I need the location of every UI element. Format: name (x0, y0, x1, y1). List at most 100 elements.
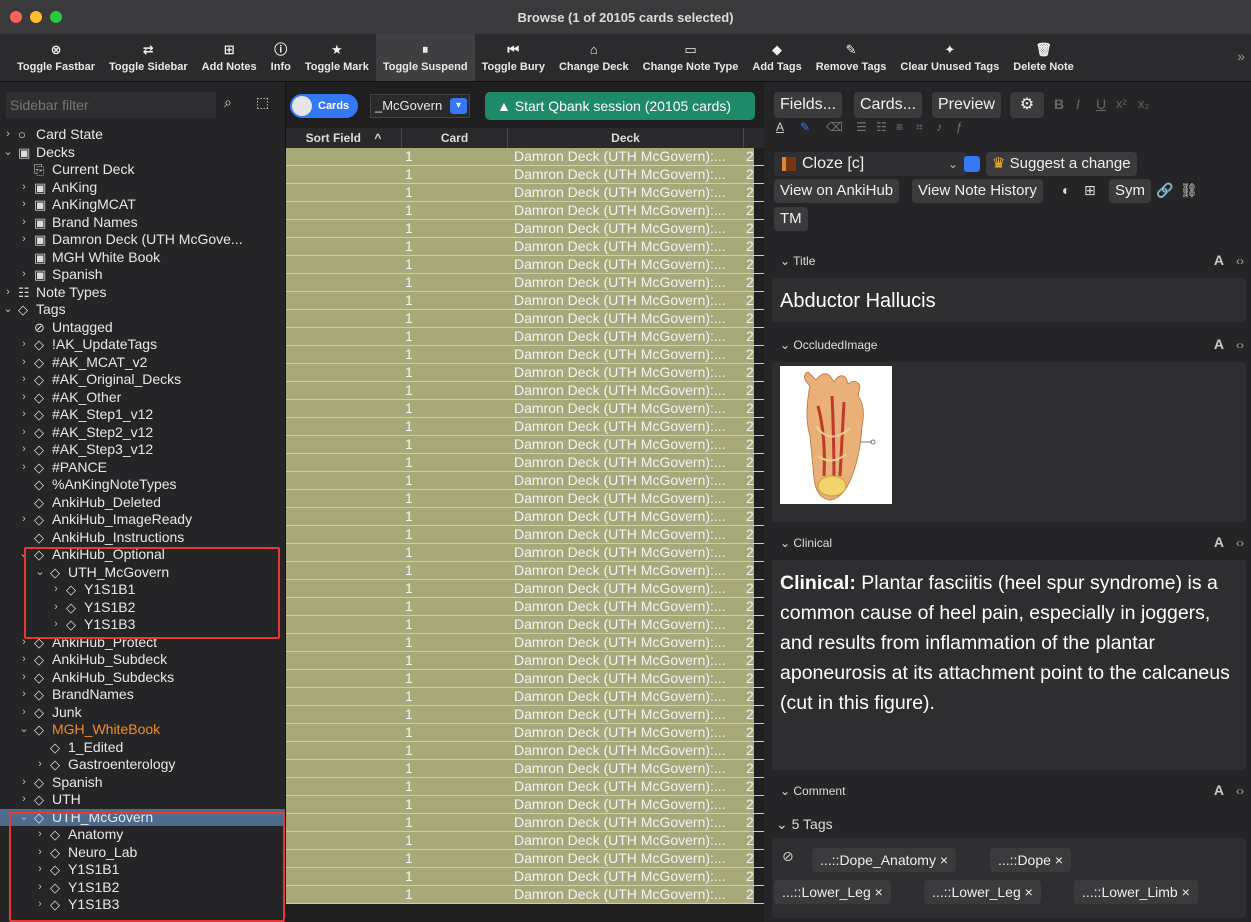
sidebar-filter-input[interactable] (6, 92, 216, 118)
sidebar-item[interactable]: › ◇ #AK_Original_Decks (0, 371, 285, 389)
sidebar-item[interactable]: › ◇ Junk (0, 704, 285, 722)
table-row[interactable]: 1 Damron Deck (UTH McGovern):... 2 (286, 310, 764, 328)
chevron-right-icon[interactable]: › (34, 756, 46, 774)
table-row[interactable]: 1 Damron Deck (UTH McGovern):... 2 (286, 472, 764, 490)
search-input[interactable]: _McGovern ▾ (370, 94, 470, 118)
attachment-icon[interactable]: ⌗ (916, 120, 923, 135)
sidebar-item[interactable]: › ◇ Y1S1B3 (0, 616, 285, 634)
sidebar-item[interactable]: › ◇ Neuro_Lab (0, 844, 285, 862)
table-row[interactable]: 1 Damron Deck (UTH McGovern):... 2 (286, 814, 764, 832)
sidebar-item[interactable]: ◇ 1_Edited (0, 739, 285, 757)
table-row[interactable]: 1 Damron Deck (UTH McGovern):... 2 (286, 850, 764, 868)
table-row[interactable]: 1 Damron Deck (UTH McGovern):... 2 (286, 742, 764, 760)
chevron-right-icon[interactable]: › (50, 599, 62, 617)
chevron-right-icon[interactable]: › (18, 389, 30, 407)
column-header-due[interactable] (744, 128, 764, 148)
sidebar-item[interactable]: › ◇ AnkiHub_Subdecks (0, 669, 285, 687)
chevron-down-icon[interactable]: ⌄ (18, 546, 30, 564)
chevron-right-icon[interactable]: › (18, 424, 30, 442)
table-row[interactable]: 1 Damron Deck (UTH McGovern):... 2 (286, 562, 764, 580)
font-size-icon[interactable]: A (1214, 252, 1224, 268)
table-row[interactable]: 1 Damron Deck (UTH McGovern):... 2 (286, 760, 764, 778)
cards-button[interactable]: Cards... (854, 92, 923, 118)
table-row[interactable]: 1 Damron Deck (UTH McGovern):... 2 (286, 328, 764, 346)
sidebar-item[interactable]: › ▣ AnKing (0, 179, 285, 197)
table-row[interactable]: 1 Damron Deck (UTH McGovern):... 2 (286, 634, 764, 652)
zoom-window-button[interactable] (50, 11, 62, 23)
font-size-icon[interactable]: A (1214, 336, 1224, 352)
toggle-bury-button[interactable]: ⏮ Toggle Bury (475, 34, 552, 81)
table-row[interactable]: 1 Damron Deck (UTH McGovern):... 2 (286, 148, 764, 166)
sidebar-item[interactable]: › ◇ #AK_Step2_v12 (0, 424, 285, 442)
chevron-right-icon[interactable]: › (34, 861, 46, 879)
chevron-right-icon[interactable]: › (18, 686, 30, 704)
chevron-right-icon[interactable]: › (34, 896, 46, 914)
sidebar-item[interactable]: › ○ Card State (0, 126, 285, 144)
table-row[interactable]: 1 Damron Deck (UTH McGovern):... 2 (286, 706, 764, 724)
chevron-right-icon[interactable]: › (18, 406, 30, 424)
chevron-right-icon[interactable]: › (18, 179, 30, 197)
text-color-icon[interactable]: A (776, 120, 784, 134)
chevron-right-icon[interactable]: › (34, 879, 46, 897)
chevron-down-icon[interactable]: ⌄ (18, 809, 30, 827)
sidebar-item[interactable]: › ◇ Gastroenterology (0, 756, 285, 774)
sidebar-item[interactable]: › ◇ AnkiHub_Protect (0, 634, 285, 652)
table-icon[interactable]: ⊞ (1084, 182, 1096, 199)
unlink-icon[interactable]: ⛓ (1180, 182, 1198, 199)
sidebar-item[interactable]: ⎘ Current Deck (0, 161, 285, 179)
align-icon[interactable]: ≡ (896, 120, 903, 134)
chevron-right-icon[interactable]: › (18, 371, 30, 389)
chevron-right-icon[interactable]: › (18, 651, 30, 669)
microphone-icon[interactable]: ♪ (936, 120, 942, 134)
info-button[interactable]: ⓘ Info (264, 34, 298, 81)
field-title-input[interactable]: Abductor Hallucis (772, 278, 1246, 322)
column-header-card[interactable]: Card (402, 128, 508, 148)
highlight-color-icon[interactable]: ✎ (800, 120, 810, 134)
sidebar-item[interactable]: › ◇ Spanish (0, 774, 285, 792)
table-row[interactable]: 1 Damron Deck (UTH McGovern):... 2 (286, 346, 764, 364)
chevron-right-icon[interactable]: › (18, 634, 30, 652)
toggle-mark-button[interactable]: ★ Toggle Mark (298, 34, 376, 81)
chevron-right-icon[interactable]: › (18, 669, 30, 687)
chevron-down-icon[interactable]: ▾ (450, 98, 467, 114)
chevron-right-icon[interactable]: › (18, 266, 30, 284)
ankihub-icon[interactable]: ◐ (1062, 182, 1070, 198)
sidebar-item[interactable]: ▣ MGH White Book (0, 249, 285, 267)
table-row[interactable]: 1 Damron Deck (UTH McGovern):... 2 (286, 778, 764, 796)
chevron-right-icon[interactable]: › (18, 354, 30, 372)
tag-editor[interactable]: ⊘ ...::Dope_Anatomy × ...::Dope × ...::L… (772, 838, 1246, 918)
chevron-right-icon[interactable]: › (18, 196, 30, 214)
sidebar-item[interactable]: › ▣ Spanish (0, 266, 285, 284)
chevron-right-icon[interactable]: › (2, 126, 14, 144)
sidebar-item[interactable]: › ◇ BrandNames (0, 686, 285, 704)
sidebar-item[interactable]: ⌄ ▣ Decks (0, 144, 285, 162)
sidebar-item[interactable]: › ◇ AnkiHub_ImageReady (0, 511, 285, 529)
bold-icon[interactable]: B (1054, 96, 1064, 112)
change-note-type-button[interactable]: ▭ Change Note Type (636, 34, 746, 81)
toggle-fastbar-button[interactable]: ⊗ Toggle Fastbar (10, 34, 102, 81)
chevron-right-icon[interactable]: › (18, 791, 30, 809)
tm-button[interactable]: TM (774, 207, 808, 231)
table-row[interactable]: 1 Damron Deck (UTH McGovern):... 2 (286, 598, 764, 616)
note-type-select[interactable]: Cloze [c] ⌄ (774, 152, 966, 176)
table-row[interactable]: 1 Damron Deck (UTH McGovern):... 2 (286, 256, 764, 274)
sidebar-item[interactable]: ⌄ ◇ Tags (0, 301, 285, 319)
chevron-right-icon[interactable]: › (18, 511, 30, 529)
table-row[interactable]: 1 Damron Deck (UTH McGovern):... 2 (286, 868, 764, 886)
chevron-right-icon[interactable]: › (2, 284, 14, 302)
sidebar-item[interactable]: ◇ %AnKingNoteTypes (0, 476, 285, 494)
change-deck-button[interactable]: ⌂ Change Deck (552, 34, 636, 81)
table-row[interactable]: 1 Damron Deck (UTH McGovern):... 2 (286, 490, 764, 508)
tags-header[interactable]: ⌄ 5 Tags (776, 816, 833, 833)
table-row[interactable]: 1 Damron Deck (UTH McGovern):... 2 (286, 274, 764, 292)
chevron-right-icon[interactable]: › (18, 231, 30, 249)
tag-chip[interactable]: ...::Lower_Leg × (924, 880, 1041, 904)
table-row[interactable]: 1 Damron Deck (UTH McGovern):... 2 (286, 688, 764, 706)
chevron-right-icon[interactable]: › (18, 774, 30, 792)
sidebar-item[interactable]: › ◇ Y1S1B2 (0, 879, 285, 897)
column-header-deck[interactable]: Deck (508, 128, 744, 148)
table-row[interactable]: 1 Damron Deck (UTH McGovern):... 2 (286, 202, 764, 220)
add-tags-button[interactable]: ◆ Add Tags (745, 34, 808, 81)
table-row[interactable]: 1 Damron Deck (UTH McGovern):... 2 (286, 436, 764, 454)
deck-picker-icon[interactable] (964, 156, 980, 172)
